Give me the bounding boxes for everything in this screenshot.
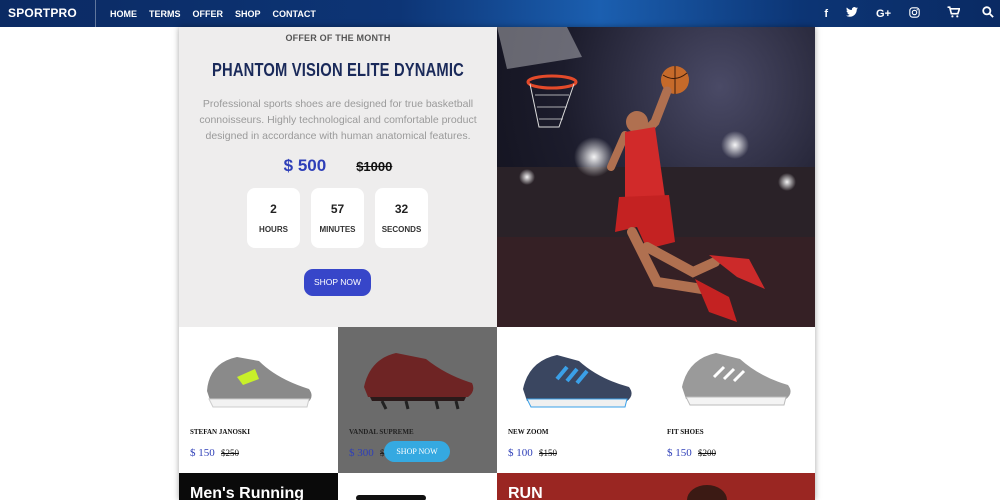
countdown-value: 32 <box>394 202 409 216</box>
offer-kicker: OFFER OF THE MONTH <box>285 33 391 43</box>
product-card[interactable]: NEW ZOOM $ 100 $150 <box>497 327 656 473</box>
main-container: OFFER OF THE MONTH PHANTOM VISION ELITE … <box>179 27 815 500</box>
nav-shop[interactable]: SHOP <box>235 9 261 19</box>
countdown-timer: 2 HOURS 57 MINUTES 32 SECONDS <box>247 188 428 248</box>
offer-panel: OFFER OF THE MONTH PHANTOM VISION ELITE … <box>179 27 497 327</box>
product-price: $ 150 <box>190 447 215 459</box>
navy-runner-image <box>523 355 632 408</box>
product-name: VANDAL SUPREME <box>349 428 414 436</box>
countdown-label: MINUTES <box>319 225 356 234</box>
offer-price-old: $1000 <box>356 159 393 174</box>
facebook-icon[interactable]: f <box>824 8 828 20</box>
countdown-value: 2 <box>270 202 277 216</box>
instagram-icon[interactable] <box>909 6 920 21</box>
offer-prices: $ 500 $1000 <box>179 156 497 176</box>
product-shop-now-button[interactable]: SHOP NOW <box>384 441 450 462</box>
run-banner-title: RUN <box>508 485 543 500</box>
social-links: f G+ <box>824 0 920 27</box>
offer-title: PHANTOM VISION ELITE DYNAMIC <box>212 60 464 80</box>
grey-knit-shoe-image <box>682 353 791 406</box>
product-price: $ 100 <box>508 447 533 459</box>
nav-contact[interactable]: CONTACT <box>273 9 316 19</box>
main-nav: HOME TERMS OFFER SHOP CONTACT <box>110 9 328 19</box>
top-navbar: SPORTPRO HOME TERMS OFFER SHOP CONTACT f… <box>0 0 1000 27</box>
product-old-price: $250 <box>221 448 239 458</box>
shop-now-button[interactable]: SHOP NOW <box>304 269 371 296</box>
search-icon[interactable] <box>982 5 994 23</box>
product-old-price: $200 <box>698 448 716 458</box>
shoe-sole-image <box>356 495 426 500</box>
twitter-icon[interactable] <box>846 7 859 20</box>
product-price: $ 150 <box>667 447 692 459</box>
product-name: NEW ZOOM <box>508 428 549 436</box>
shoe-banner[interactable] <box>338 473 497 500</box>
countdown-label: HOURS <box>259 225 288 234</box>
product-name: STEFAN JANOSKI <box>190 428 250 436</box>
google-plus-icon[interactable]: G+ <box>876 8 891 20</box>
runner-image <box>687 485 727 500</box>
countdown-value: 57 <box>330 202 345 216</box>
product-old-price: $150 <box>539 448 557 458</box>
mens-running-banner[interactable]: Men's Running <box>179 473 338 500</box>
bottom-banners: Men's Running RUN <box>179 473 815 500</box>
hero-basketball-image <box>497 27 815 327</box>
offer-price-new: $ 500 <box>283 156 327 175</box>
product-card[interactable]: STEFAN JANOSKI $ 150 $250 <box>179 327 338 473</box>
product-price: $ 300 <box>349 447 374 459</box>
countdown-hours: 2 HOURS <box>247 188 300 248</box>
product-name: FIT SHOES <box>667 428 704 436</box>
hero-illustration <box>497 27 815 327</box>
nav-offer[interactable]: OFFER <box>193 9 224 19</box>
brand-logo[interactable]: SPORTPRO <box>0 0 96 27</box>
offer-description: Professional sports shoes are designed f… <box>199 98 477 142</box>
nav-home[interactable]: HOME <box>110 9 137 19</box>
run-banner[interactable]: RUN <box>497 473 815 500</box>
header-utilities <box>947 0 994 27</box>
product-card[interactable]: VANDAL SUPREME $ 300 $ SHOP NOW <box>338 327 497 473</box>
countdown-label: SECONDS <box>381 225 422 234</box>
nav-terms[interactable]: TERMS <box>149 9 181 19</box>
product-card[interactable]: FIT SHOES $ 150 $200 <box>656 327 815 473</box>
red-cleat-image <box>364 353 474 410</box>
cart-icon[interactable] <box>947 5 961 23</box>
product-grid: STEFAN JANOSKI $ 150 $250 VANDAL SUPREME… <box>179 327 815 473</box>
grey-sneaker-image <box>207 357 312 408</box>
countdown-minutes: 57 MINUTES <box>311 188 364 248</box>
countdown-seconds: 32 SECONDS <box>375 188 428 248</box>
